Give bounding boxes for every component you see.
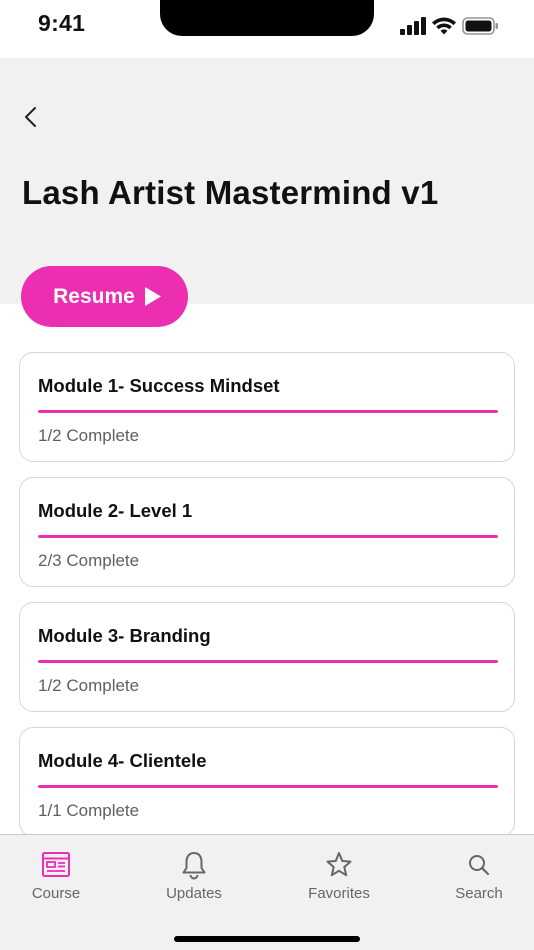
module-progress-fill (38, 535, 498, 538)
search-icon (469, 855, 490, 876)
module-status: 1/2 Complete (38, 426, 140, 445)
bell-icon (182, 852, 206, 880)
resume-button-label: Resume (53, 284, 135, 308)
resume-button[interactable]: Resume (21, 266, 188, 327)
module-title: Module 1- Success Mindset (38, 375, 280, 396)
module-title: Module 4- Clientele (38, 750, 207, 771)
page-title: Lash Artist Mastermind v1 (22, 174, 439, 211)
tab-label: Favorites (308, 885, 370, 902)
chevron-left-icon (25, 107, 36, 127)
tab-search[interactable]: Search (424, 849, 534, 909)
cellular-signal-icon (400, 17, 426, 35)
module-progress-bar (38, 785, 498, 788)
module-progress-fill (38, 660, 498, 663)
status-time: 9:41 (38, 10, 86, 36)
tab-updates[interactable]: Updates (139, 849, 249, 909)
module-card[interactable]: Module 3- Branding 1/2 Complete (19, 602, 515, 712)
wifi-icon (432, 17, 456, 35)
module-title: Module 2- Level 1 (38, 500, 193, 521)
back-button[interactable] (18, 100, 48, 134)
star-icon (326, 852, 352, 877)
device-notch (160, 0, 374, 36)
module-progress-bar (38, 410, 498, 413)
tab-label: Search (455, 885, 503, 902)
status-icons (400, 14, 500, 38)
module-title: Module 3- Branding (38, 625, 211, 646)
module-card[interactable]: Module 2- Level 1 2/3 Complete (19, 477, 515, 587)
tab-label: Updates (166, 885, 222, 902)
course-icon (42, 852, 70, 877)
tab-bar: Course Updates Favorites Search (0, 834, 534, 950)
module-card[interactable]: Module 1- Success Mindset 1/2 Complete (19, 352, 515, 462)
home-indicator (174, 936, 360, 942)
module-progress-fill (38, 410, 498, 413)
module-list: Module 1- Success Mindset 1/2 Complete M… (19, 352, 515, 835)
module-progress-bar (38, 660, 498, 663)
module-status: 1/2 Complete (38, 676, 140, 695)
play-icon (144, 287, 161, 306)
module-progress-fill (38, 785, 498, 788)
status-bar: 9:41 (0, 0, 534, 58)
tab-label: Course (31, 885, 81, 902)
module-card[interactable]: Module 4- Clientele 1/1 Complete (19, 727, 515, 835)
module-status: 2/3 Complete (38, 551, 140, 570)
module-status: 1/1 Complete (38, 801, 140, 820)
battery-icon (462, 17, 498, 35)
tab-course[interactable]: Course (1, 849, 111, 909)
module-progress-bar (38, 535, 498, 538)
tab-favorites[interactable]: Favorites (284, 849, 394, 909)
